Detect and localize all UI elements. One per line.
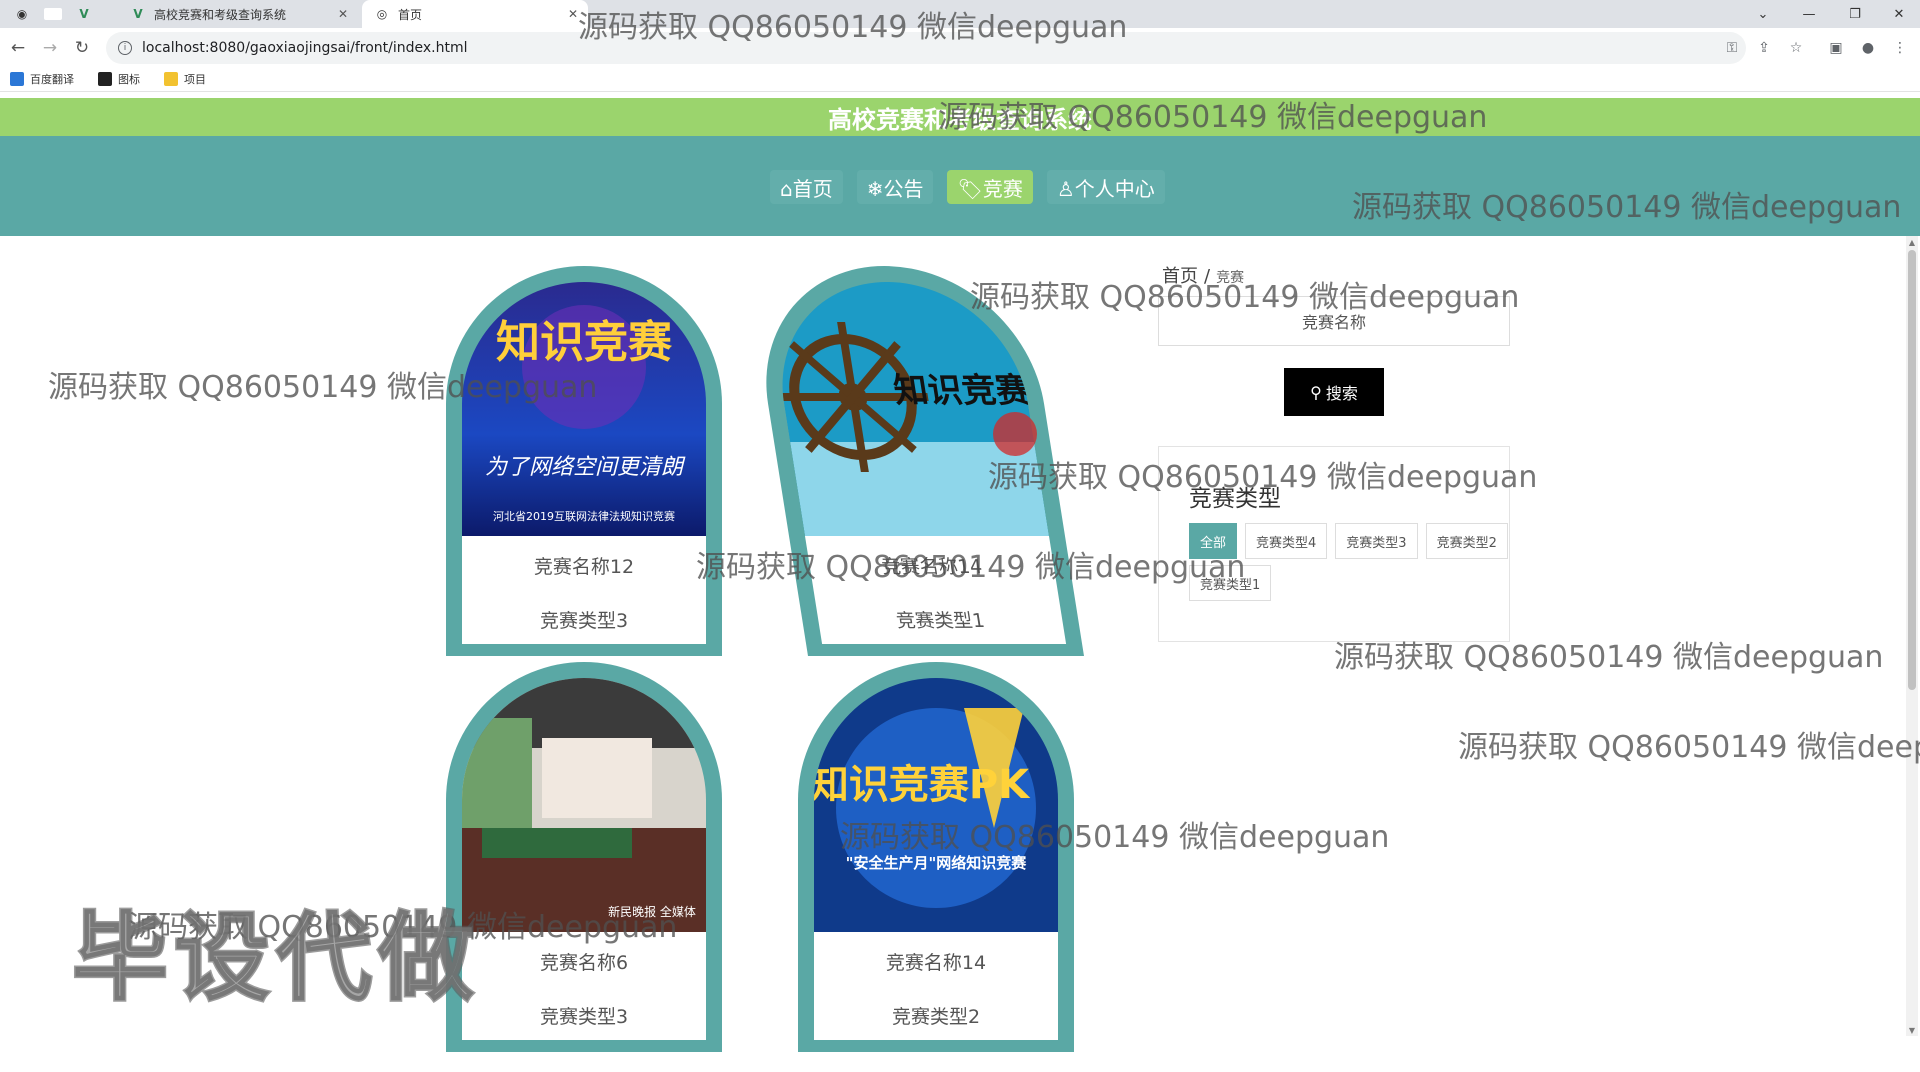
tab-label: 高校竞赛和考级查询系统 bbox=[154, 7, 287, 22]
close-icon[interactable]: ✕ bbox=[568, 7, 578, 21]
competition-card[interactable]: 新民晚报 全媒体 竞赛名称6 竞赛类型3 bbox=[446, 662, 722, 1052]
competition-card[interactable]: 知识竞赛 为了网络空间更清朗 河北省2019互联网法律法规知识竞赛 竞赛名称12… bbox=[446, 266, 722, 656]
competition-type: 竞赛类型1 bbox=[894, 610, 987, 632]
globe-icon: ◎ bbox=[376, 7, 388, 21]
scroll-down-icon[interactable]: ▼ bbox=[1906, 1024, 1918, 1036]
bookmark-label: 图标 bbox=[118, 73, 140, 86]
card-body: 竞赛名称14 竞赛类型2 bbox=[814, 932, 1058, 1040]
forward-icon[interactable]: → bbox=[38, 36, 62, 60]
blank-page-icon bbox=[44, 8, 62, 20]
tab-vue[interactable]: V bbox=[76, 0, 100, 28]
tab-blank[interactable] bbox=[44, 0, 70, 28]
big-watermark: 毕设代做 bbox=[71, 901, 480, 1016]
image-caption: 为了网络空间更清朗 bbox=[485, 455, 686, 480]
image-caption: "安全生产月"网络知识竞赛 bbox=[846, 854, 1028, 872]
breadcrumb-separator: / bbox=[1204, 266, 1211, 287]
tab-github[interactable]: ◉ bbox=[14, 0, 38, 28]
scroll-up-icon[interactable]: ▲ bbox=[1906, 236, 1918, 248]
tab-search-icon[interactable]: ⌄ bbox=[1740, 0, 1786, 28]
breadcrumb-current: 竞赛 bbox=[1216, 270, 1245, 286]
image-title: 知识竞赛 bbox=[891, 371, 1034, 411]
type-filter-panel: 竞赛类型 全部 竞赛类型4 竞赛类型3 竞赛类型2 竞赛类型1 bbox=[1158, 446, 1510, 642]
scroll-thumb[interactable] bbox=[1908, 250, 1916, 690]
card-body: 竞赛名称12 竞赛类型3 bbox=[462, 536, 706, 644]
type-tag[interactable]: 竞赛类型3 bbox=[1335, 523, 1418, 559]
site-title: 高校竞赛和考级查询系统 bbox=[828, 105, 1092, 134]
competition-name[interactable]: 竞赛名称6 bbox=[462, 948, 706, 975]
url-text: localhost:8080/gaoxiaojingsai/front/inde… bbox=[142, 40, 468, 56]
site-title-bar: 高校竞赛和考级查询系统 bbox=[0, 98, 1920, 136]
bookmark-label: 百度翻译 bbox=[30, 73, 74, 86]
card-body: 竞赛名称6 竞赛类型3 bbox=[462, 932, 706, 1040]
sidebar-icon[interactable]: ▣ bbox=[1826, 38, 1846, 58]
competition-image: 知识竞赛PK "安全生产月"网络知识竞赛 bbox=[814, 678, 1058, 932]
cursor-highlight bbox=[993, 412, 1037, 456]
competition-type: 竞赛类型3 bbox=[539, 610, 629, 632]
bookmarks-bar: 百度翻译 图标 项目 bbox=[0, 68, 1920, 92]
url-field[interactable]: i localhost:8080/gaoxiaojingsai/front/in… bbox=[106, 32, 1746, 64]
menu-icon[interactable]: ⋮ bbox=[1890, 38, 1910, 58]
nav-notice[interactable]: ❄公告 bbox=[856, 170, 934, 204]
type-tag[interactable]: 竞赛类型1 bbox=[1189, 565, 1272, 601]
bookmark-label: 项目 bbox=[184, 73, 206, 86]
competition-image: 新民晚报 全媒体 bbox=[462, 678, 706, 932]
competition-name[interactable]: 竞赛名称14 bbox=[808, 552, 1056, 579]
search-button-label: 搜索 bbox=[1325, 384, 1358, 403]
tab-label: 首页 bbox=[398, 7, 423, 22]
competition-card[interactable]: 知识竞赛PK "安全生产月"网络知识竞赛 竞赛名称14 竞赛类型2 bbox=[798, 662, 1074, 1052]
type-filter-title: 竞赛类型 bbox=[1189, 486, 1281, 512]
breadcrumb-home[interactable]: 首页 bbox=[1162, 266, 1198, 287]
type-tag[interactable]: 竞赛类型4 bbox=[1245, 523, 1328, 559]
minimize-icon[interactable]: — bbox=[1786, 0, 1832, 28]
share-icon[interactable]: ⇪ bbox=[1754, 38, 1774, 58]
translate-icon bbox=[10, 72, 24, 86]
competition-image: 知识竞赛 为了网络空间更清朗 河北省2019互联网法律法规知识竞赛 bbox=[462, 282, 706, 536]
type-tag[interactable]: 竞赛类型2 bbox=[1425, 523, 1508, 559]
address-bar-row: ← → ↻ i localhost:8080/gaoxiaojingsai/fr… bbox=[0, 28, 1920, 68]
image-footer: 河北省2019互联网法律法规知识竞赛 bbox=[493, 509, 675, 523]
competition-name[interactable]: 竞赛名称12 bbox=[462, 552, 706, 579]
image-title: 知识竞赛PK bbox=[814, 762, 1031, 808]
bookmark-baidu-translate[interactable]: 百度翻译 bbox=[10, 71, 74, 87]
bookmark-icons[interactable]: 图标 bbox=[98, 71, 140, 87]
competition-name[interactable]: 竞赛名称14 bbox=[814, 948, 1058, 975]
close-icon[interactable]: ✕ bbox=[338, 7, 348, 21]
search-button[interactable]: ⚲ 搜索 bbox=[1284, 368, 1384, 416]
breadcrumb: 首页 / 竞赛 bbox=[1162, 262, 1244, 288]
search-placeholder: 竞赛名称 bbox=[1301, 313, 1366, 332]
close-window-icon[interactable]: ✕ bbox=[1876, 0, 1920, 28]
tab-home[interactable]: ◎ 首页 ✕ bbox=[362, 0, 588, 28]
competition-card[interactable]: 知识竞赛 竞赛名称14 竞赛类型1 bbox=[746, 266, 1084, 656]
search-icon: ⚲ bbox=[1310, 382, 1322, 402]
image-footer: 新民晚报 全媒体 bbox=[608, 904, 696, 919]
restore-icon[interactable]: ❐ bbox=[1832, 0, 1878, 28]
competition-image: 知识竞赛 bbox=[764, 282, 1049, 536]
card-body: 竞赛名称14 竞赛类型1 bbox=[804, 536, 1067, 644]
tab-system[interactable]: V 高校竞赛和考级查询系统 ✕ bbox=[130, 0, 358, 28]
github-icon: ◉ bbox=[16, 7, 28, 21]
nav-competition[interactable]: 🏷竞赛 bbox=[947, 170, 1033, 204]
back-icon[interactable]: ← bbox=[6, 36, 30, 60]
bookmark-project[interactable]: 项目 bbox=[164, 71, 206, 87]
profile-icon[interactable]: ● bbox=[1858, 38, 1878, 58]
watermark-text: 源码获取 QQ86050149 微信deepguan bbox=[1458, 730, 1920, 765]
page-scrollbar[interactable]: ▲ ▼ bbox=[1906, 236, 1918, 1036]
bookmark-icon bbox=[98, 72, 112, 86]
main-nav: ⌂首页 ❄公告 🏷竞赛 ♙个人中心 bbox=[0, 136, 1920, 236]
key-icon[interactable]: ⚿ bbox=[1722, 38, 1742, 58]
vue-icon: V bbox=[133, 7, 143, 21]
competition-type: 竞赛类型2 bbox=[891, 1006, 981, 1028]
reload-icon[interactable]: ↻ bbox=[70, 36, 94, 60]
nav-personal-center[interactable]: ♙个人中心 bbox=[1046, 170, 1165, 204]
competition-type: 竞赛类型3 bbox=[539, 1006, 629, 1028]
search-input[interactable]: 竞赛名称 bbox=[1158, 296, 1510, 346]
info-icon[interactable]: i bbox=[118, 41, 132, 55]
browser-tabstrip: ◉ V V 高校竞赛和考级查询系统 ✕ ◎ 首页 ✕ ⌄ — ❐ ✕ bbox=[0, 0, 1920, 28]
folder-icon bbox=[164, 72, 178, 86]
vue-icon: V bbox=[79, 7, 89, 21]
image-title: 知识竞赛 bbox=[496, 317, 673, 368]
star-icon[interactable]: ☆ bbox=[1786, 38, 1806, 58]
type-tag-all[interactable]: 全部 bbox=[1189, 523, 1238, 559]
nav-home[interactable]: ⌂首页 bbox=[770, 170, 843, 204]
